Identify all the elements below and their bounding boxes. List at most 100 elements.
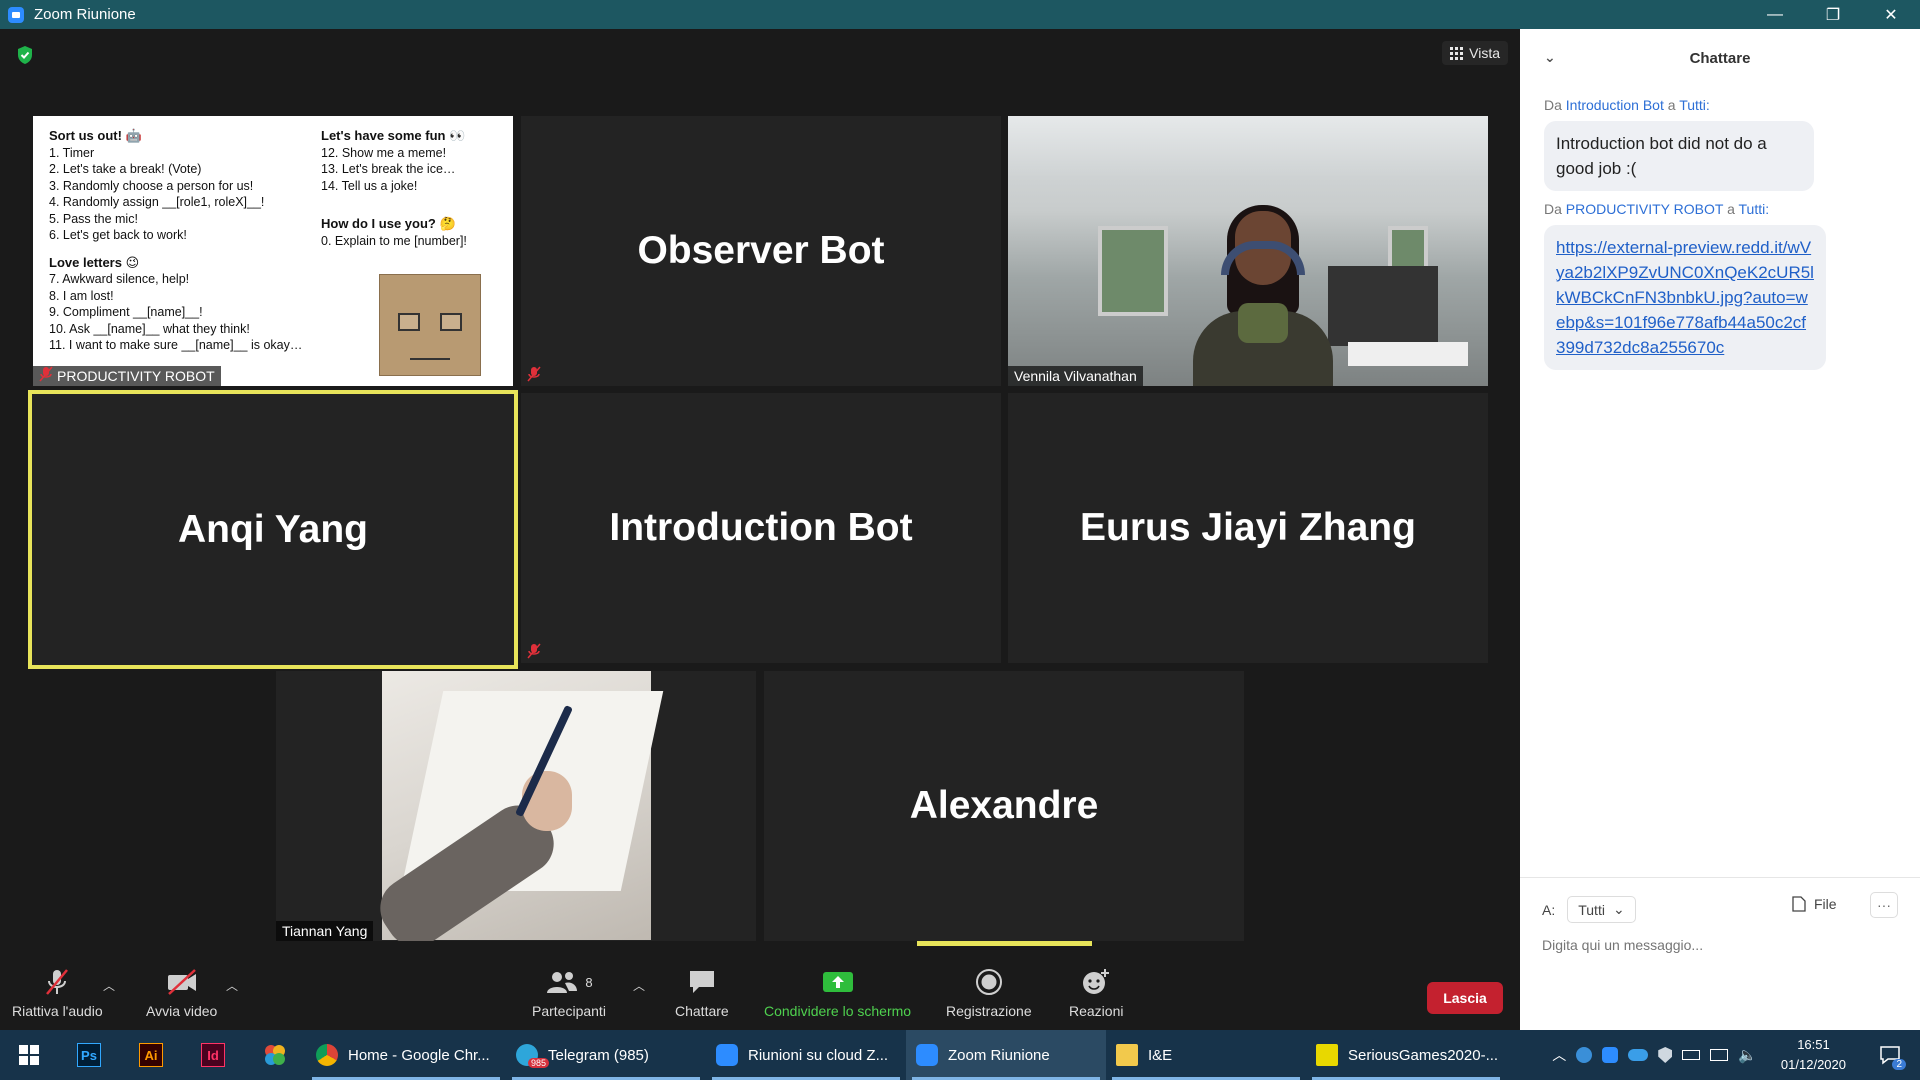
slide-column-right: Let's have some fun 👀 12. Show me a meme!… [321,128,513,249]
taskbar-app-indesign[interactable]: Id [182,1030,244,1080]
video-tile-vennila[interactable]: Vennila Vilvanathan [1008,116,1488,386]
chat-bubble-icon [689,971,714,993]
participant-name-tag: Tiannan Yang [276,921,374,941]
action-center-button[interactable]: 2 [1870,1030,1910,1080]
taskbar-app-zoom-cloud[interactable]: Riunioni su cloud Z... [706,1030,906,1080]
participant-name-tag: PRODUCTIVITY ROBOT [33,366,221,386]
zoom-tray-icon[interactable] [1602,1047,1619,1063]
minimize-button[interactable]: — [1746,0,1804,29]
slide-line: 7. Awkward silence, help! [49,272,190,286]
video-tile-tiannan[interactable]: Tiannan Yang [276,671,756,941]
volume-icon[interactable]: 🔈 [1738,1046,1757,1064]
slide-line: 14. Tell us a joke! [321,178,418,193]
message-meta: Da Introduction Bot a Tutti: [1544,97,1710,113]
taskbar-app-label: SeriousGames2020-... [1348,1046,1499,1064]
video-options-caret[interactable]: ︿ [226,977,238,994]
sender-name[interactable]: PRODUCTIVITY ROBOT [1566,201,1723,217]
zoom-meeting-icon [916,1044,938,1066]
meeting-area: Vista Sort us out! 🤖 1. Timer 2. Let's tak… [0,29,1520,955]
window-controls: — ❐ ✕ [1746,0,1920,29]
to-label: A: [1542,901,1556,918]
recipient-select[interactable]: Tutti ⌄ [1567,896,1636,923]
battery-icon[interactable] [1682,1050,1701,1060]
slide-line: 3. Randomly choose a person for us! [49,178,254,193]
taskbar-app-zoom-meeting[interactable]: Zoom Riunione [906,1030,1106,1080]
share-screen-button[interactable]: Condividere lo schermo [764,965,911,1019]
leave-meeting-button[interactable]: Lascia [1427,982,1503,1014]
video-tile-productivity-robot[interactable]: Sort us out! 🤖 1. Timer 2. Let's take a br… [33,116,513,386]
video-tile-introduction-bot[interactable]: Introduction Bot [521,393,1001,663]
windows-logo-icon [19,1045,39,1065]
meeting-toolbar: Riattiva l'audio ︿ Avvia video ︿ 8 Parte… [0,955,1520,1030]
video-tile-alexandre[interactable]: Alexandre [764,671,1244,941]
tray-app-icon[interactable] [1576,1047,1593,1063]
message-bubble: https://external-preview.redd.it/wVya2b2… [1544,225,1826,370]
close-button[interactable]: ✕ [1862,0,1920,29]
zoom-app-icon [8,6,24,23]
message-link[interactable]: https://external-preview.redd.it/wVya2b2… [1556,238,1814,357]
video-tile-eurus[interactable]: Eurus Jiayi Zhang [1008,393,1488,663]
view-label: Vista [1469,45,1500,61]
participant-camera-feed [368,671,664,941]
taskbar-app-folder[interactable]: I&E [1106,1030,1306,1080]
file-icon [1792,896,1806,912]
windows-taskbar: Ps Ai Id Home - Google Chr... 985 Telegram (… [0,1030,1920,1080]
slide-line: 0. Explain to me [number]! [321,233,467,248]
slide-column-left: Sort us out! 🤖 1. Timer 2. Let's take a br… [49,128,319,354]
recipient-name[interactable]: Tutti: [1739,201,1770,217]
taskbar-app-illustrator[interactable]: Ai [120,1030,182,1080]
recipient-name[interactable]: Tutti: [1679,97,1710,113]
emoji-add-icon [1083,969,1110,994]
video-off-icon [167,969,196,995]
taskbar-app-photos[interactable] [244,1030,306,1080]
security-shield-icon[interactable] [16,45,34,65]
folder-icon [1116,1044,1138,1066]
audio-options-caret[interactable]: ︿ [103,977,115,994]
security-icon[interactable] [1658,1047,1673,1063]
participants-options-caret[interactable]: ︿ [633,977,645,994]
shared-slide: Sort us out! 🤖 1. Timer 2. Let's take a br… [33,116,513,386]
network-icon[interactable] [1710,1049,1729,1061]
slide-line: 8. I am lost! [49,288,114,303]
taskbar-app-label: I&E [1148,1046,1173,1064]
more-options-button[interactable]: ··· [1870,892,1898,918]
onedrive-icon[interactable] [1628,1049,1649,1061]
chat-header: ⌄ Chattare [1520,29,1920,87]
participants-count: 8 [585,974,593,990]
participant-display-name: Introduction Bot [609,506,913,549]
record-icon [975,969,1002,995]
participant-display-name: Observer Bot [637,229,885,272]
tray-overflow-icon[interactable]: ︿ [1552,1045,1566,1065]
unmute-button[interactable]: Riattiva l'audio [12,965,103,1019]
message-input[interactable] [1542,930,1892,960]
taskbar-app-chrome[interactable]: Home - Google Chr... [306,1030,506,1080]
start-button[interactable] [0,1030,58,1080]
slide-line: 4. Randomly assign __[role1, roleX]__! [49,195,265,209]
participants-button[interactable]: 8 Partecipanti [532,965,606,1019]
chevron-down-icon: ⌄ [1612,901,1625,917]
maximize-button[interactable]: ❐ [1804,0,1862,29]
participant-name-tag: Vennila Vilvanathan [1008,366,1143,386]
grid-view-icon [1450,46,1464,60]
share-screen-icon [822,972,853,992]
start-video-button[interactable]: Avvia video [146,965,217,1019]
chevron-down-icon[interactable]: ⌄ [1544,49,1556,66]
notification-count: 2 [1892,1059,1906,1070]
record-button[interactable]: Registrazione [946,965,1032,1019]
chat-button[interactable]: Chattare [675,965,729,1019]
view-button[interactable]: Vista [1442,41,1508,65]
reactions-button[interactable]: Reazioni [1069,965,1123,1019]
taskbar-app-photoshop[interactable]: Ps [58,1030,120,1080]
taskbar-app-pdf[interactable]: SeriousGames2020-... [1306,1030,1506,1080]
video-tile-anqi-active-speaker[interactable]: Anqi Yang [28,390,518,669]
taskbar-app-telegram[interactable]: 985 Telegram (985) [506,1030,706,1080]
video-tile-observer-bot[interactable]: Observer Bot [521,116,1001,386]
cardboard-robot-face-image [379,274,481,376]
microphone-muted-icon [527,643,541,659]
sender-name[interactable]: Introduction Bot [1566,97,1664,113]
file-button[interactable]: File [1792,896,1837,912]
illustrator-icon: Ai [139,1043,163,1067]
slide-line: 10. Ask __[name]__ what they think! [49,321,250,336]
system-clock[interactable]: 16:51 01/12/2020 [1781,1035,1846,1075]
participant-video-person [1193,205,1333,386]
